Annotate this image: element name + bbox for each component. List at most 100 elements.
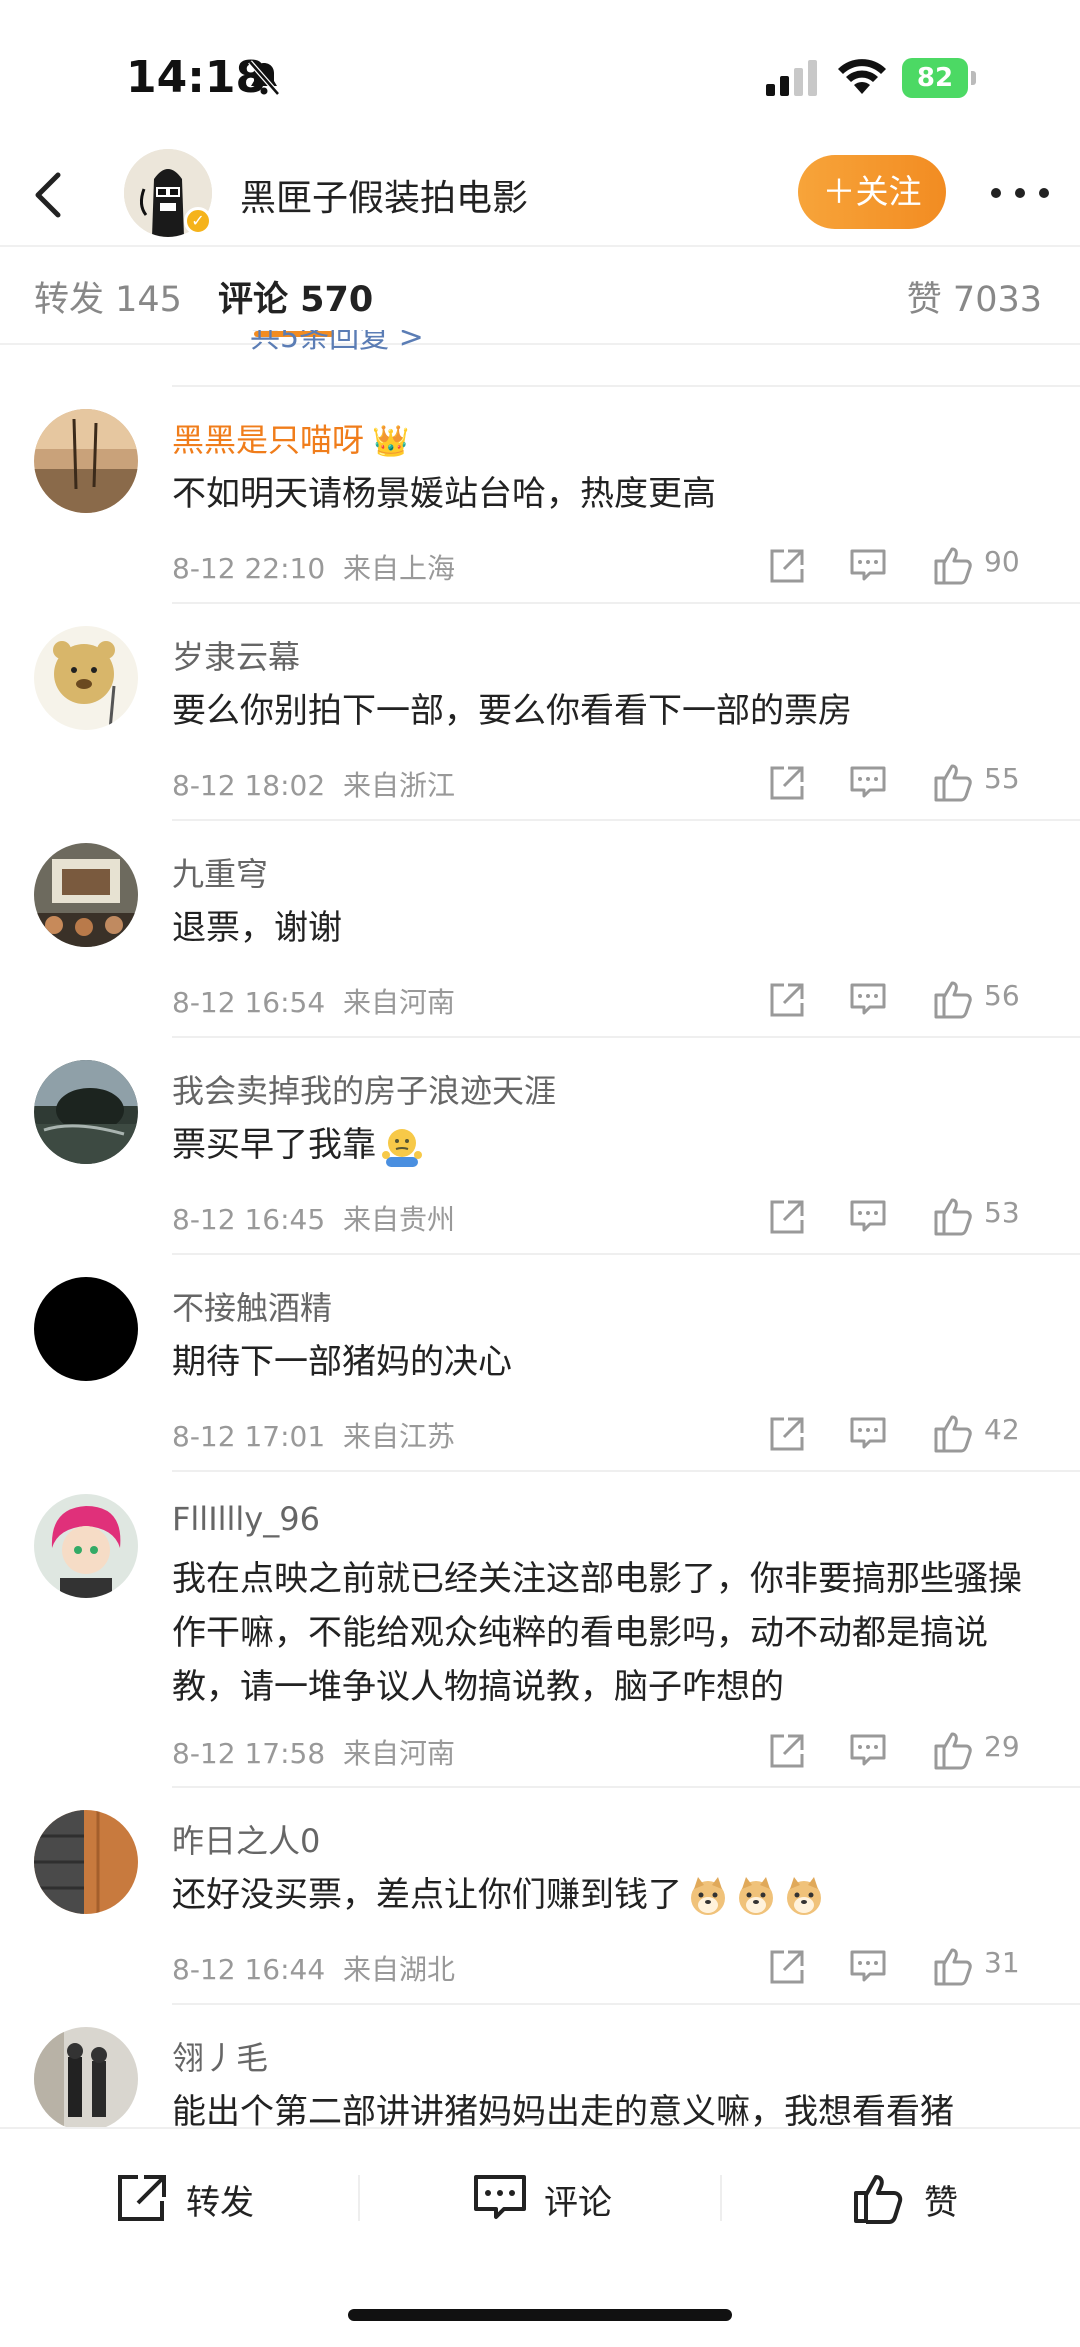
- comment-location: 来自河南: [342, 986, 455, 1019]
- avatar[interactable]: [34, 626, 138, 730]
- comment-username[interactable]: FllIllly_96: [172, 1500, 320, 1538]
- divider: [172, 2003, 1080, 2005]
- share-icon[interactable]: [766, 1728, 806, 1772]
- comment-meta: 8-12 16:45 来自贵州: [172, 1198, 455, 1238]
- comment-label: 评论: [544, 2183, 612, 2223]
- like-count: 55: [984, 762, 1020, 795]
- reply-icon[interactable]: [848, 760, 888, 804]
- comment-actions: 55: [748, 760, 1048, 804]
- reply-icon[interactable]: [848, 977, 888, 1021]
- comment-location: 来自河南: [342, 1737, 455, 1770]
- comment-text-content: 还好没买票，差点让你们赚到钱了: [172, 1875, 682, 1915]
- comment-username[interactable]: 九重穹: [172, 849, 268, 895]
- avatar[interactable]: [34, 1494, 138, 1598]
- battery-icon: 82: [902, 58, 976, 98]
- comment-text: 要么你别拍下一部，要么你看看下一部的票房: [172, 691, 852, 731]
- comment-text: 票买早了我靠: [172, 1118, 1032, 1172]
- share-icon[interactable]: [766, 1194, 806, 1238]
- follow-button[interactable]: ＋关注: [798, 155, 946, 229]
- avatar[interactable]: [34, 1277, 138, 1381]
- post-tabs: 转发 145 评论 570 赞 7033: [0, 245, 1080, 345]
- avatar-image: [34, 1494, 138, 1598]
- share-icon[interactable]: [766, 543, 806, 587]
- like-icon[interactable]: [932, 977, 974, 1021]
- like-icon[interactable]: [932, 1944, 974, 1988]
- comment-username[interactable]: 黑黑是只喵呀 👑: [172, 415, 409, 461]
- comment-username[interactable]: 岁隶云幕: [172, 632, 300, 678]
- comment-actions: 31: [748, 1944, 1048, 1988]
- comment-time: 8-12 16:54: [172, 986, 326, 1019]
- like-count: 29: [984, 1730, 1020, 1763]
- comment-username[interactable]: 不接触酒精: [172, 1283, 332, 1329]
- comment-username[interactable]: 翎丿毛: [172, 2033, 268, 2079]
- comment-time: 8-12 18:02: [172, 769, 326, 802]
- reply-icon[interactable]: [848, 1411, 888, 1455]
- comment-meta: 8-12 17:58 来自河南: [172, 1732, 455, 1772]
- like-label: 赞: [924, 2183, 958, 2223]
- like-icon[interactable]: [932, 1411, 974, 1455]
- share-icon[interactable]: [766, 1411, 806, 1455]
- like-icon[interactable]: [932, 543, 974, 587]
- tab-likes[interactable]: 赞 7033: [907, 271, 1042, 322]
- reply-icon[interactable]: [848, 1194, 888, 1238]
- divider: [172, 819, 1080, 821]
- shrug-emoji-icon: [382, 1128, 422, 1167]
- avatar-image: [34, 1060, 138, 1164]
- avatar-image: [34, 843, 138, 947]
- comment-item: 我会卖掉我的房子浪迹天涯 票买早了我靠 8-12 16:45 来自贵州 53: [0, 1036, 1080, 1253]
- battery-tip: [971, 71, 976, 85]
- comment-actions: 56: [748, 977, 1048, 1021]
- like-button[interactable]: 赞: [852, 2165, 992, 2229]
- avatar[interactable]: [34, 843, 138, 947]
- comment-time: 8-12 16:44: [172, 1953, 326, 1986]
- reply-icon[interactable]: [848, 543, 888, 587]
- repost-label: 转发: [186, 2183, 254, 2223]
- doge-emoji-icon: [691, 1876, 725, 1915]
- tab-comment[interactable]: 评论 570: [218, 271, 373, 322]
- like-icon[interactable]: [932, 1194, 974, 1238]
- like-count: 53: [984, 1196, 1020, 1229]
- view-replies-link[interactable]: 共5条回复 >: [250, 330, 424, 354]
- comment-text: 还好没买票，差点让你们赚到钱了: [172, 1868, 1032, 1922]
- comment-location: 来自贵州: [342, 1203, 455, 1236]
- like-count: 90: [984, 545, 1020, 578]
- author-name[interactable]: 黑匣子假装拍电影: [240, 169, 528, 221]
- comment-text: 我在点映之前就已经关注这部电影了，你非要搞那些骚操作干嘛，不能给观众纯粹的看电影…: [172, 1559, 1022, 1707]
- avatar-image: [34, 1277, 138, 1381]
- bottom-action-bar: 转发 评论 赞: [0, 2127, 1080, 2347]
- like-icon[interactable]: [932, 760, 974, 804]
- comment-item: 不接触酒精 期待下一部猪妈的决心 8-12 17:01 来自江苏 42: [0, 1253, 1080, 1470]
- comment-username[interactable]: 昨日之人0: [172, 1816, 320, 1862]
- battery-level: 82: [902, 58, 968, 98]
- reply-icon[interactable]: [848, 1728, 888, 1772]
- avatar-image: [34, 626, 138, 730]
- comment-location: 来自浙江: [342, 769, 455, 802]
- comment-button[interactable]: 评论: [472, 2165, 642, 2229]
- like-count: 56: [984, 979, 1020, 1012]
- comment-username[interactable]: 我会卖掉我的房子浪迹天涯: [172, 1066, 556, 1112]
- back-button[interactable]: [20, 163, 84, 227]
- wifi-icon: [838, 59, 886, 94]
- like-icon[interactable]: [932, 1728, 974, 1772]
- comment-actions: 53: [748, 1194, 1048, 1238]
- bell-muted-icon: [248, 60, 280, 96]
- avatar[interactable]: [34, 1810, 138, 1914]
- share-icon[interactable]: [766, 1944, 806, 1988]
- repost-button[interactable]: 转发: [114, 2165, 284, 2229]
- share-icon[interactable]: [766, 977, 806, 1021]
- avatar-image: [34, 1810, 138, 1914]
- avatar[interactable]: [34, 1060, 138, 1164]
- comment-meta: 8-12 18:02 来自浙江: [172, 764, 455, 804]
- comment-location: 来自湖北: [342, 1953, 455, 1986]
- avatar[interactable]: [34, 409, 138, 513]
- reply-icon[interactable]: [848, 1944, 888, 1988]
- more-options-icon[interactable]: [984, 165, 1056, 221]
- comment-list: 黑黑是只喵呀 👑 不如明天请杨景媛站台哈，热度更高 8-12 22:10 来自上海…: [0, 385, 1080, 2127]
- comment-meta: 8-12 16:54 来自河南: [172, 981, 455, 1021]
- comment-time: 8-12 16:45: [172, 1203, 326, 1236]
- home-indicator[interactable]: [348, 2309, 732, 2321]
- doge-emoji-icon: [739, 1876, 773, 1915]
- tab-repost[interactable]: 转发 145: [34, 271, 182, 322]
- share-icon[interactable]: [766, 760, 806, 804]
- avatar[interactable]: [34, 2027, 138, 2127]
